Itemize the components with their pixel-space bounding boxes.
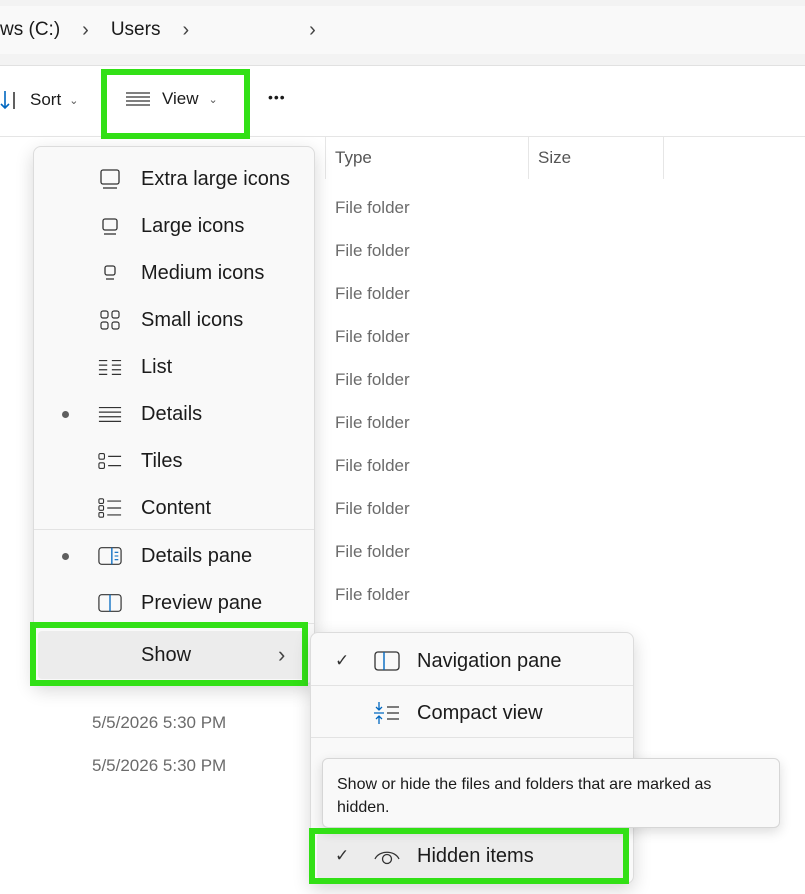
menu-separator <box>311 737 633 738</box>
check-icon: ✓ <box>335 651 350 670</box>
menu-separator <box>34 529 314 530</box>
date-modified-cell: 5/5/2026 5:30 PM <box>92 713 227 732</box>
breadcrumb-drive[interactable]: ws (C:) <box>0 19 60 41</box>
details-icon <box>98 402 122 426</box>
menu-item-label: Medium icons <box>141 261 265 284</box>
view-highlight <box>101 69 250 139</box>
menu-item-preview-pane[interactable]: Preview pane <box>34 581 314 625</box>
file-type-cell: File folder <box>335 241 410 260</box>
menu-item-list[interactable]: List <box>34 345 314 389</box>
column-separator <box>528 137 529 179</box>
breadcrumb-chevron-icon[interactable]: › <box>289 19 338 42</box>
submenu-item-navigation-pane[interactable]: ✓ Navigation pane <box>311 636 633 686</box>
file-type-cell: File folder <box>335 370 410 389</box>
menu-item-small-icons[interactable]: Small icons <box>34 298 314 342</box>
sort-label: Sort <box>30 90 62 109</box>
file-type-cell: File folder <box>335 327 410 346</box>
menu-item-label: Preview pane <box>141 591 263 614</box>
medium-icons-icon <box>98 261 122 285</box>
list-icon <box>98 355 122 379</box>
breadcrumb-redacted-user[interactable] <box>211 15 290 45</box>
column-header-type[interactable]: Type <box>335 148 372 168</box>
selected-bullet-icon <box>62 552 69 560</box>
column-header-size[interactable]: Size <box>538 148 571 168</box>
file-type-cell: File folder <box>335 456 410 475</box>
menu-item-label: Tiles <box>141 449 183 472</box>
menu-item-extra-large-icons[interactable]: Extra large icons <box>34 157 314 201</box>
column-separator <box>663 137 664 179</box>
selected-bullet-icon <box>62 410 69 418</box>
hidden-items-tooltip: Show or hide the files and folders that … <box>322 758 780 828</box>
menu-item-label: List <box>141 355 173 378</box>
menu-item-label: Details <box>141 402 203 425</box>
file-type-cell: File folder <box>335 198 410 217</box>
breadcrumb-chevron-icon[interactable]: › <box>160 19 211 42</box>
file-type-cell: File folder <box>335 585 410 604</box>
column-separator <box>325 137 326 179</box>
breadcrumb: ws (C:) › Users › › <box>0 6 805 54</box>
more-options-button[interactable]: ••• <box>268 89 286 105</box>
date-modified-cell: 5/5/2026 5:30 PM <box>92 756 227 775</box>
menu-item-label: Large icons <box>141 214 245 237</box>
extra-large-icons-icon <box>98 167 122 191</box>
file-type-cell: File folder <box>335 542 410 561</box>
more-icon: ••• <box>268 89 286 105</box>
small-icons-icon <box>98 308 122 332</box>
view-menu: Extra large icons Large icons Medium ico… <box>33 146 315 684</box>
preview-pane-icon <box>98 591 122 615</box>
menu-separator <box>311 685 633 686</box>
breadcrumb-chevron-icon[interactable]: › <box>60 19 111 42</box>
chevron-down-icon: ⌄ <box>69 94 79 107</box>
submenu-item-compact-view[interactable]: Compact view <box>311 688 633 738</box>
breadcrumb-users[interactable]: Users <box>111 19 161 41</box>
file-type-cell: File folder <box>335 413 410 432</box>
menu-item-label: Details pane <box>141 544 253 567</box>
compact-view-icon <box>373 701 401 725</box>
file-type-cell: File folder <box>335 284 410 303</box>
menu-item-tiles[interactable]: Tiles <box>34 439 314 483</box>
menu-item-details-pane[interactable]: Details pane <box>34 534 314 578</box>
sort-icon <box>0 89 22 111</box>
menu-item-label: Small icons <box>141 308 244 331</box>
menu-item-label: Extra large icons <box>141 167 290 190</box>
address-bar: ws (C:) › Users › › <box>0 0 805 66</box>
menu-item-content[interactable]: Content <box>34 486 314 530</box>
sort-button[interactable]: Sort ⌄ <box>0 89 78 111</box>
file-type-cell: File folder <box>335 499 410 518</box>
tiles-icon <box>98 449 122 473</box>
show-highlight <box>30 622 308 686</box>
menu-item-label: Content <box>141 496 212 519</box>
menu-item-details[interactable]: Details <box>34 392 314 436</box>
navigation-pane-icon <box>373 649 401 673</box>
large-icons-icon <box>98 214 122 238</box>
submenu-item-label: Navigation pane <box>417 649 562 672</box>
hidden-items-highlight <box>309 828 629 884</box>
details-pane-icon <box>98 544 122 568</box>
submenu-item-label: Compact view <box>417 701 543 724</box>
menu-item-medium-icons[interactable]: Medium icons <box>34 251 314 295</box>
content-icon <box>98 496 122 520</box>
tooltip-text: Show or hide the files and folders that … <box>337 776 712 816</box>
menu-item-large-icons[interactable]: Large icons <box>34 204 314 248</box>
